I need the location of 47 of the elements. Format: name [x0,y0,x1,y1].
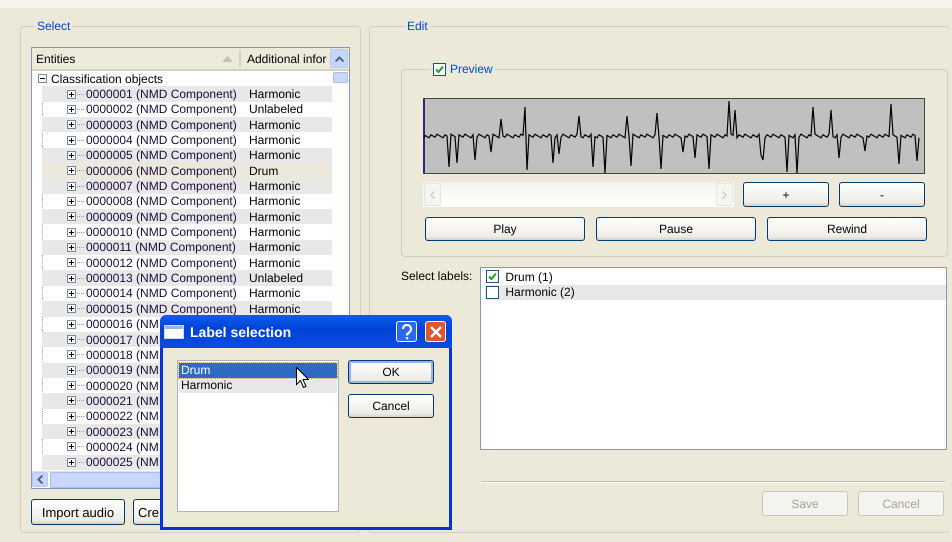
entity-info: Drum [249,164,278,178]
entity-name: 0000004 (NMD Component) [86,133,238,148]
checkbox-label: Harmonic (2) [505,285,575,300]
entity-name: 0000018 (NM [86,348,159,362]
entity-info: Harmonic [249,179,300,194]
entity-name: 0000017 (NM [86,332,159,347]
entity-name: 0000020 (NM [86,378,159,393]
entity-info: Harmonic [249,225,300,240]
entity-info: Harmonic [249,148,300,162]
entity-name: 0000016 (NM [86,317,159,332]
group-title: Edit [406,19,429,33]
entity-name: 0000025 (NM [86,455,159,470]
checkbox-label: Drum (1) [505,270,553,284]
entity-name: 0000009 (NMD Component) [86,210,238,224]
entity-name: 0000007 (NMD Component) [86,179,238,194]
entity-info: Harmonic [249,118,300,132]
entity-info: Harmonic [249,87,300,102]
window-title: Label selection [190,324,292,340]
entity-name: 0000005 (NMD Component) [86,148,238,162]
entity-info: Harmonic [249,286,300,300]
entity-name: 0000012 (NMD Component) [86,256,238,270]
entity-info: Unlabeled [249,271,304,286]
entity-name: 0000023 (NM [86,424,159,439]
entity-info: Harmonic [249,256,300,270]
entity-name: 0000006 (NMD Component) [86,164,238,178]
entity-name: 0000013 (NMD Component) [86,271,238,286]
entity-info: Unlabeled [249,102,304,116]
entity-name: 0000019 (NM [86,363,159,378]
field-label: Select labels: [401,269,472,283]
entity-info: Harmonic [249,302,300,316]
entity-info: Harmonic [249,240,300,254]
entity-name: 0000021 (NM [86,394,159,408]
entity-name: 0000008 (NMD Component) [86,194,238,208]
entity-name: 0000003 (NMD Component) [86,118,238,132]
entity-name: 0000002 (NMD Component) [86,102,238,116]
group-title: Select [36,19,72,33]
entity-name: 0000001 (NMD Component) [86,87,238,102]
checkbox-label: Preview [450,62,493,76]
entity-info: Harmonic [249,194,300,208]
entity-name: 0000022 (NM [86,409,159,424]
entity-info: Harmonic [249,133,300,148]
entity-name: 0000014 (NMD Component) [86,286,238,300]
entity-name: 0000024 (NM [86,440,159,454]
entity-name: 0000010 (NMD Component) [86,225,238,240]
entity-name: 0000015 (NMD Component) [86,302,238,316]
entity-info: Harmonic [249,210,300,224]
entity-name: 0000011 (NMD Component) [86,240,237,254]
